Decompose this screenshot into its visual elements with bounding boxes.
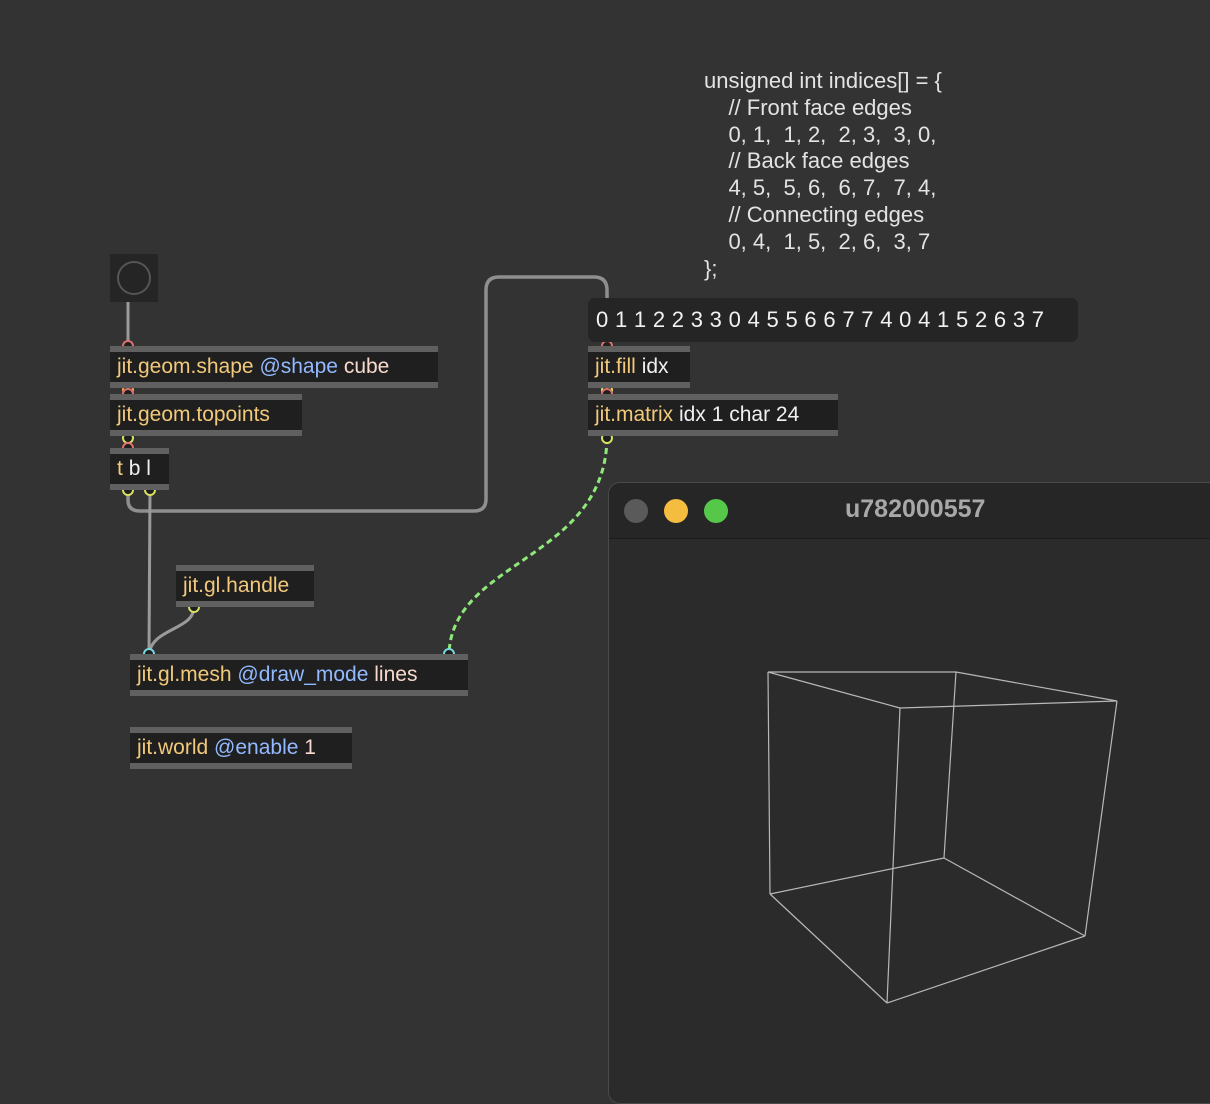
cube-edge — [943, 671, 957, 859]
trigger-object[interactable]: t b l — [110, 448, 169, 490]
close-button[interactable] — [624, 499, 648, 523]
object-name: jit.gl.mesh — [137, 663, 232, 686]
matrix-cord[interactable] — [447, 437, 609, 655]
object-attribute-value: cube — [343, 355, 390, 378]
patch-cord[interactable] — [147, 606, 196, 655]
jit-fill-object[interactable]: jit.fill idx — [588, 346, 690, 388]
bang-circle-icon — [117, 261, 151, 295]
cube-edge — [769, 893, 888, 1004]
cube-edge — [769, 857, 945, 895]
patch-cord[interactable] — [147, 489, 152, 655]
index-message-box[interactable]: 0 1 1 2 2 3 3 0 4 5 5 6 6 7 7 4 0 4 1 5 … — [588, 298, 1078, 342]
comment-line: 0, 1, 1, 2, 2, 3, 3, 0, — [704, 121, 937, 147]
object-attribute: @draw_mode — [237, 663, 369, 686]
object-name: jit.fill — [595, 355, 636, 378]
cube-edge — [886, 707, 901, 1004]
comment-line: // Connecting edges — [704, 201, 925, 227]
object-name: jit.matrix — [595, 403, 674, 426]
code-comment: unsigned int indices[] = { // Front face… — [704, 68, 942, 282]
ports[interactable] — [122, 340, 613, 660]
cube-edge — [955, 671, 1118, 702]
cube-edge — [767, 671, 901, 709]
cube-edge — [943, 857, 1086, 937]
object-name: t — [117, 457, 123, 480]
object-arguments: idx — [641, 355, 669, 378]
window-titlebar[interactable]: u782000557 — [609, 483, 1210, 539]
object-attribute: @shape — [259, 355, 338, 378]
gl-viewport[interactable] — [609, 539, 1210, 1103]
jit-geom-shape-object[interactable]: jit.geom.shape @shape cube — [110, 346, 438, 388]
comment-line: }; — [704, 255, 718, 281]
cube-edge — [886, 935, 1086, 1004]
object-name: jit.geom.topoints — [117, 403, 270, 426]
maximize-button[interactable] — [704, 499, 728, 523]
comment-line: unsigned int indices[] = { — [704, 68, 942, 93]
render-window[interactable]: u782000557 — [608, 482, 1210, 1104]
jit-geom-topoints-object[interactable]: jit.geom.topoints — [110, 394, 302, 436]
cube-edge — [767, 671, 771, 895]
comment-line: 0, 4, 1, 5, 2, 6, 3, 7 — [704, 228, 931, 254]
jit-matrix-object[interactable]: jit.matrix idx 1 char 24 — [588, 394, 838, 436]
minimize-button[interactable] — [664, 499, 688, 523]
object-attribute-value: 1 — [304, 736, 316, 759]
jit-gl-handle-object[interactable]: jit.gl.handle — [176, 565, 314, 607]
jit-gl-mesh-object[interactable]: jit.gl.mesh @draw_mode lines — [130, 654, 468, 696]
bang-button[interactable] — [110, 254, 158, 302]
object-name: jit.gl.handle — [183, 574, 290, 597]
object-arguments: b l — [128, 457, 151, 480]
object-name: jit.geom.shape — [117, 355, 254, 378]
object-attribute: @enable — [214, 736, 299, 759]
comment-line: // Front face edges — [704, 94, 912, 120]
jit-world-object[interactable]: jit.world @enable 1 — [130, 727, 352, 769]
object-name: jit.world — [137, 736, 209, 759]
window-title: u782000557 — [845, 495, 986, 523]
comment-line: 4, 5, 5, 6, 6, 7, 7, 4, — [704, 175, 937, 201]
object-arguments: idx 1 char 24 — [679, 403, 800, 426]
comment-line: // Back face edges — [704, 148, 910, 174]
cube-edge — [899, 700, 1118, 709]
object-attribute-value: lines — [374, 663, 418, 686]
cube-edge — [1084, 700, 1118, 937]
wireframe-cube-render — [767, 671, 1118, 1004]
